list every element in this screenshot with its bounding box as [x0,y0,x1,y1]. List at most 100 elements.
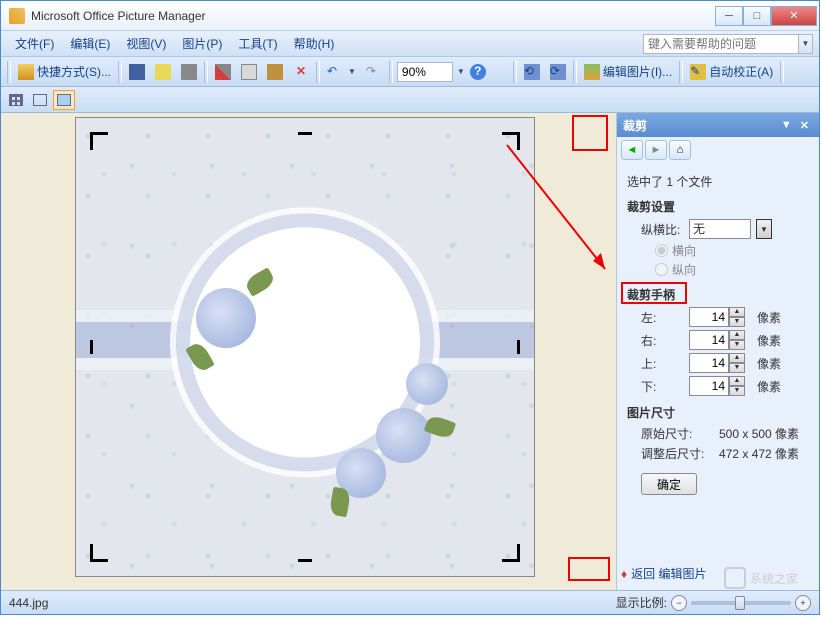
shortcut-icon [18,64,34,80]
portrait-radio[interactable]: 纵向 [655,261,809,278]
left-spin-up[interactable]: ▲ [729,307,745,317]
panel-header: 裁剪 ▼ ✕ [617,113,819,137]
top-spin-up[interactable]: ▲ [729,353,745,363]
filmstrip-view-icon [33,94,47,106]
zoom-slider[interactable] [691,601,791,605]
canvas-area[interactable] [1,113,617,590]
menu-help[interactable]: 帮助(H) [286,32,343,55]
delete-button[interactable]: ✕ [289,61,313,83]
left-spin-down[interactable]: ▼ [729,317,745,327]
print-icon [181,64,197,80]
crop-handle-top-left[interactable] [90,132,108,150]
top-input[interactable] [689,353,729,373]
nav-back-button[interactable]: ◄ [621,140,643,160]
left-input[interactable] [689,307,729,327]
menubar: 文件(F) 编辑(E) 视图(V) 图片(P) 工具(T) 帮助(H) ▼ [1,31,819,57]
auto-fix-button[interactable]: ✎自动校正(A) [686,61,777,83]
redo-button[interactable]: ↷ [362,61,386,83]
right-spin-up[interactable]: ▲ [729,330,745,340]
crop-handle-top-right[interactable] [502,132,520,150]
shortcut-button[interactable]: 快捷方式(S)... [14,61,115,83]
aspect-ratio-select[interactable]: 无 [689,219,751,239]
right-spin-down[interactable]: ▼ [729,340,745,350]
undo-button[interactable]: ↶▼ [323,61,360,83]
close-button[interactable]: ✕ [771,6,817,26]
landscape-radio[interactable]: 横向 [655,242,809,259]
zoom-slider-thumb[interactable] [735,596,745,610]
zoom-in-icon[interactable]: + [795,595,811,611]
panel-close-icon[interactable]: ✕ [796,119,813,132]
rotate-right-icon: ⟳ [550,64,566,80]
single-view-button[interactable] [53,90,75,110]
edit-picture-button[interactable]: 编辑图片(I)... [580,61,676,83]
bottom-input[interactable] [689,376,729,396]
paste-icon [267,64,283,80]
bottom-spin-up[interactable]: ▲ [729,376,745,386]
zoom-dropdown-icon[interactable]: ▼ [457,67,465,76]
cut-button[interactable] [211,61,235,83]
new-size-value: 472 x 472 像素 [719,445,799,462]
menu-file[interactable]: 文件(F) [7,32,62,55]
zoom-input[interactable] [397,62,453,82]
thumbnail-view-icon [9,94,23,106]
crop-handles-label: 裁剪手柄 [627,288,675,302]
statusbar: 444.jpg 显示比例: − + [1,590,819,614]
help-button[interactable]: ? [466,61,490,83]
help-dropdown-icon[interactable]: ▼ [799,34,813,54]
rotate-left-button[interactable]: ⟲ [520,61,544,83]
selected-count: 选中了 1 个文件 [627,173,809,190]
crop-handle-bottom-left[interactable] [90,544,108,562]
crop-handle-bottom[interactable] [298,559,312,562]
filmstrip-view-button[interactable] [29,90,51,110]
menu-view[interactable]: 视图(V) [118,32,174,55]
ok-button[interactable]: 确定 [641,473,697,495]
rotate-left-icon: ⟲ [524,64,540,80]
mail-button[interactable] [151,61,175,83]
toolbar-main: 快捷方式(S)... ✕ ↶▼ ↷ ▼ ? ⟲ ⟳ 编辑图片(I)... ✎自动… [1,57,819,87]
menu-picture[interactable]: 图片(P) [174,32,230,55]
zoom-out-icon[interactable]: − [671,595,687,611]
top-spin-down[interactable]: ▼ [729,363,745,373]
nav-home-button[interactable]: ⌂ [669,140,691,160]
help-search-input[interactable] [643,34,799,54]
left-label: 左: [641,309,683,326]
image-size-label: 图片尺寸 [627,404,809,421]
right-input[interactable] [689,330,729,350]
crop-handle-left[interactable] [90,340,93,354]
rotate-right-button[interactable]: ⟳ [546,61,570,83]
maximize-button[interactable]: □ [743,6,771,26]
paste-button[interactable] [263,61,287,83]
back-arrow-icon: ♦ [621,567,627,581]
save-button[interactable] [125,61,149,83]
thumbnail-view-button[interactable] [5,90,27,110]
menu-edit[interactable]: 编辑(E) [62,32,118,55]
redo-icon: ↷ [366,64,382,80]
unit-label: 像素 [757,309,781,326]
top-label: 上: [641,355,683,372]
view-toolbar [1,87,819,113]
crop-handle-right[interactable] [517,340,520,354]
mail-icon [155,64,171,80]
filename-label: 444.jpg [9,596,48,610]
cut-icon [215,64,231,80]
zoom-control: 显示比例: − + [616,594,811,611]
menu-tools[interactable]: 工具(T) [230,32,285,55]
nav-forward-button[interactable]: ► [645,140,667,160]
panel-nav: ◄ ► ⌂ [617,137,819,163]
window-title: Microsoft Office Picture Manager [31,9,715,23]
panel-dropdown-icon[interactable]: ▼ [777,119,796,131]
aspect-dropdown-icon[interactable]: ▼ [756,219,772,239]
help-icon: ? [470,64,486,80]
crop-handle-bottom-right[interactable] [502,544,520,562]
back-link[interactable]: ♦ 返回 编辑图片 [617,557,819,590]
minimize-button[interactable]: ─ [715,6,743,26]
print-button[interactable] [177,61,201,83]
annotation-box-top-right [572,115,608,151]
copy-button[interactable] [237,61,261,83]
annotation-box-bottom [568,557,610,581]
single-view-icon [57,94,71,106]
panel-body: 选中了 1 个文件 裁剪设置 纵横比: 无 ▼ 横向 纵向 裁剪手柄 左:▲▼像… [617,163,819,557]
bottom-spin-down[interactable]: ▼ [729,386,745,396]
crop-handle-top[interactable] [298,132,312,135]
panel-title: 裁剪 [623,117,647,134]
